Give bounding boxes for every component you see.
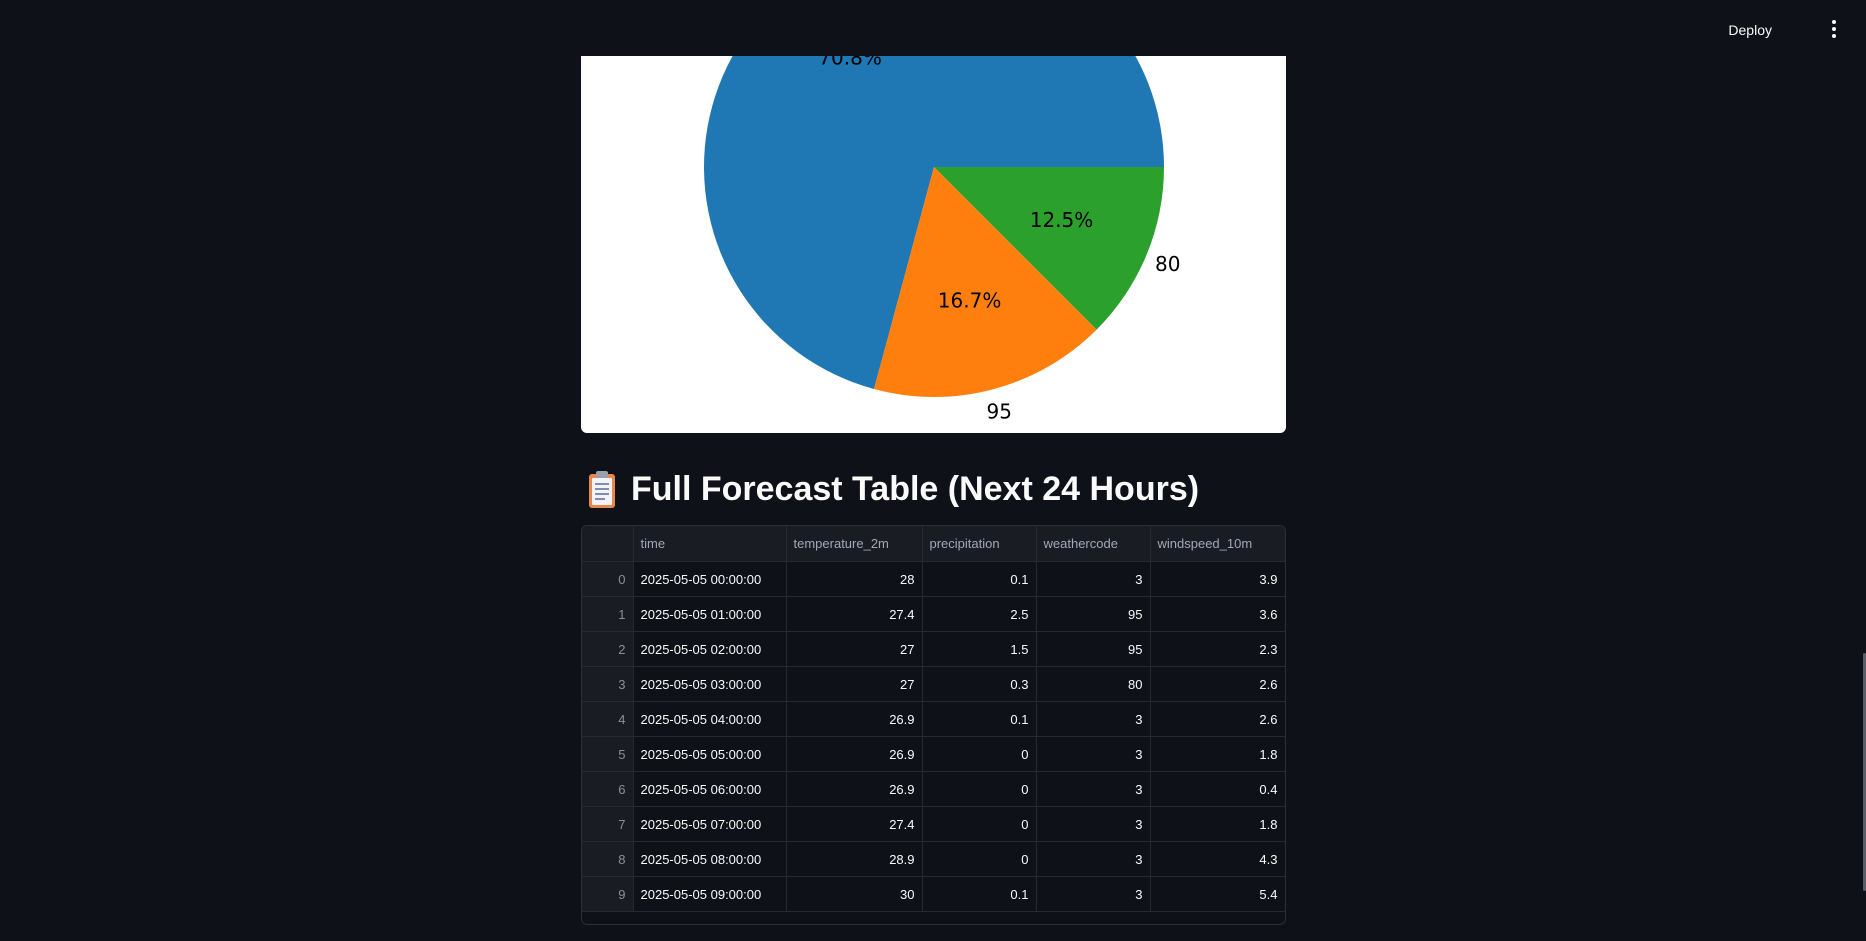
table-row[interactable]: 2 2025-05-05 02:00:00 27 1.5 95 2.3 xyxy=(582,631,1285,667)
cell-value[interactable]: 26.9 xyxy=(786,771,923,807)
cell-value[interactable]: 0.1 xyxy=(922,701,1037,737)
cell-time[interactable]: 2025-05-05 05:00:00 xyxy=(633,736,787,772)
cell-time[interactable]: 2025-05-05 09:00:00 xyxy=(633,876,787,912)
cell-value[interactable]: 26.9 xyxy=(786,701,923,737)
cell-time[interactable]: 2025-05-05 08:00:00 xyxy=(633,841,787,877)
row-index[interactable]: 9 xyxy=(582,876,634,912)
cell-value[interactable]: 3 xyxy=(1036,771,1151,807)
row-index[interactable]: 3 xyxy=(582,666,634,702)
table-row[interactable]: 3 2025-05-05 03:00:00 27 0.3 80 2.6 xyxy=(582,666,1285,702)
cell-time[interactable]: 2025-05-05 03:00:00 xyxy=(633,666,787,702)
cell-value[interactable]: 2.6 xyxy=(1150,666,1285,702)
cell-value[interactable]: 1.8 xyxy=(1150,806,1285,842)
cell-value[interactable]: 2.3 xyxy=(1150,631,1285,667)
row-index[interactable]: 2 xyxy=(582,631,634,667)
cell-value[interactable]: 3 xyxy=(1036,736,1151,772)
cell-value[interactable]: 1.8 xyxy=(1150,736,1285,772)
pie-chart: 70.8% 16.7% 95 12.5% 80 xyxy=(581,0,1286,433)
clipboard-icon xyxy=(587,469,617,509)
section-title: Full Forecast Table (Next 24 Hours) xyxy=(631,469,1200,508)
table-row[interactable]: 1 2025-05-05 01:00:00 27.4 2.5 95 3.6 xyxy=(582,596,1285,632)
cell-value[interactable]: 28 xyxy=(786,561,923,597)
slice-percent-label: 12.5% xyxy=(1030,208,1094,232)
cell-value[interactable]: 0 xyxy=(922,806,1037,842)
row-index[interactable]: 1 xyxy=(582,596,634,632)
table-row[interactable]: 4 2025-05-05 04:00:00 26.9 0.1 3 2.6 xyxy=(582,701,1285,737)
cell-value[interactable]: 2.5 xyxy=(922,596,1037,632)
cell-value[interactable]: 27.4 xyxy=(786,806,923,842)
cell-time[interactable]: 2025-05-05 04:00:00 xyxy=(633,701,787,737)
cell-value[interactable]: 0 xyxy=(922,841,1037,877)
cell-value[interactable]: 0.3 xyxy=(922,666,1037,702)
cell-value[interactable]: 80 xyxy=(1036,666,1151,702)
cell-time[interactable]: 2025-05-05 06:00:00 xyxy=(633,771,787,807)
cell-time[interactable]: 2025-05-05 01:00:00 xyxy=(633,596,787,632)
table-row[interactable]: 9 2025-05-05 09:00:00 30 0.1 3 5.4 xyxy=(582,876,1285,912)
table-row[interactable]: 7 2025-05-05 07:00:00 27.4 0 3 1.8 xyxy=(582,806,1285,842)
cell-value[interactable]: 27 xyxy=(786,631,923,667)
cell-value[interactable]: 26.9 xyxy=(786,736,923,772)
row-index[interactable]: 6 xyxy=(582,771,634,807)
row-index[interactable]: 4 xyxy=(582,701,634,737)
cell-value[interactable]: 3 xyxy=(1036,701,1151,737)
more-options-icon[interactable] xyxy=(1826,20,1842,44)
cell-value[interactable]: 28.9 xyxy=(786,841,923,877)
row-index[interactable]: 5 xyxy=(582,736,634,772)
cell-value[interactable]: 27.4 xyxy=(786,596,923,632)
row-index[interactable]: 8 xyxy=(582,841,634,877)
slice-percent-label: 16.7% xyxy=(938,288,1002,312)
table-row[interactable]: 8 2025-05-05 08:00:00 28.9 0 3 4.3 xyxy=(582,841,1285,877)
cell-value[interactable]: 0.4 xyxy=(1150,771,1285,807)
forecast-table[interactable]: time temperature_2m precipitation weathe… xyxy=(581,525,1286,925)
section-header: Full Forecast Table (Next 24 Hours) xyxy=(587,466,1199,512)
cell-value[interactable]: 4.3 xyxy=(1150,841,1285,877)
column-header-time[interactable]: time xyxy=(633,526,787,562)
table-row[interactable]: 5 2025-05-05 05:00:00 26.9 0 3 1.8 xyxy=(582,736,1285,772)
row-index[interactable]: 0 xyxy=(582,561,634,597)
column-header-weathercode[interactable]: weathercode xyxy=(1036,526,1151,562)
slice-category-label: 95 xyxy=(986,399,1011,423)
table-header-row: time temperature_2m precipitation weathe… xyxy=(582,526,1285,562)
table-row[interactable]: 0 2025-05-05 00:00:00 28 0.1 3 3.9 xyxy=(582,561,1285,597)
column-header-precipitation[interactable]: precipitation xyxy=(922,526,1037,562)
cell-value[interactable]: 3 xyxy=(1036,876,1151,912)
cell-value[interactable]: 5.4 xyxy=(1150,876,1285,912)
deploy-button[interactable]: Deploy xyxy=(1718,18,1782,42)
cell-value[interactable]: 3.6 xyxy=(1150,596,1285,632)
cell-value[interactable]: 0.1 xyxy=(922,561,1037,597)
cell-value[interactable]: 0 xyxy=(922,736,1037,772)
cell-time[interactable]: 2025-05-05 07:00:00 xyxy=(633,806,787,842)
cell-time[interactable]: 2025-05-05 02:00:00 xyxy=(633,631,787,667)
cell-value[interactable]: 95 xyxy=(1036,596,1151,632)
cell-value[interactable]: 3 xyxy=(1036,561,1151,597)
table-row[interactable]: 6 2025-05-05 06:00:00 26.9 0 3 0.4 xyxy=(582,771,1285,807)
row-index[interactable]: 7 xyxy=(582,806,634,842)
cell-value[interactable]: 0.1 xyxy=(922,876,1037,912)
slice-category-label: 80 xyxy=(1155,252,1180,276)
cell-value[interactable]: 3.9 xyxy=(1150,561,1285,597)
cell-value[interactable]: 27 xyxy=(786,666,923,702)
pie-chart-svg: 70.8%16.7%9512.5%80 xyxy=(704,0,1180,423)
cell-value[interactable]: 3 xyxy=(1036,806,1151,842)
column-header-windspeed[interactable]: windspeed_10m xyxy=(1150,526,1285,562)
cell-value[interactable]: 2.6 xyxy=(1150,701,1285,737)
cell-value[interactable]: 1.5 xyxy=(922,631,1037,667)
cell-value[interactable]: 0 xyxy=(922,771,1037,807)
cell-value[interactable]: 30 xyxy=(786,876,923,912)
cell-time[interactable]: 2025-05-05 00:00:00 xyxy=(633,561,787,597)
column-header-temperature[interactable]: temperature_2m xyxy=(786,526,923,562)
column-header-index[interactable] xyxy=(582,526,634,562)
cell-value[interactable]: 95 xyxy=(1036,631,1151,667)
cell-value[interactable]: 3 xyxy=(1036,841,1151,877)
app-header: Deploy xyxy=(0,0,1866,56)
